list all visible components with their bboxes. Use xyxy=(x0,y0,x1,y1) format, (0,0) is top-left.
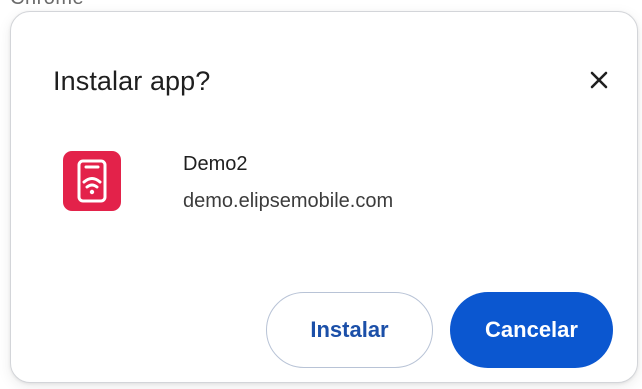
clipped-header-text: Chrome xyxy=(10,0,84,11)
app-url: demo.elipsemobile.com xyxy=(183,190,394,212)
screen: Chrome Instalar app? Demo2 xyxy=(0,0,642,389)
install-button[interactable]: Instalar xyxy=(266,292,433,368)
close-icon xyxy=(589,70,609,95)
app-info: Demo2 demo.elipsemobile.com xyxy=(63,151,393,213)
app-name: Demo2 xyxy=(183,153,248,175)
close-button[interactable] xyxy=(584,67,614,97)
install-app-dialog: Instalar app? Demo2 demo.elipsemobile.co… xyxy=(10,11,638,383)
dialog-title: Instalar app? xyxy=(53,66,211,96)
phone-wifi-icon xyxy=(63,151,121,211)
cancel-button[interactable]: Cancelar xyxy=(450,292,613,368)
app-text: Demo2 demo.elipsemobile.com xyxy=(183,152,393,213)
